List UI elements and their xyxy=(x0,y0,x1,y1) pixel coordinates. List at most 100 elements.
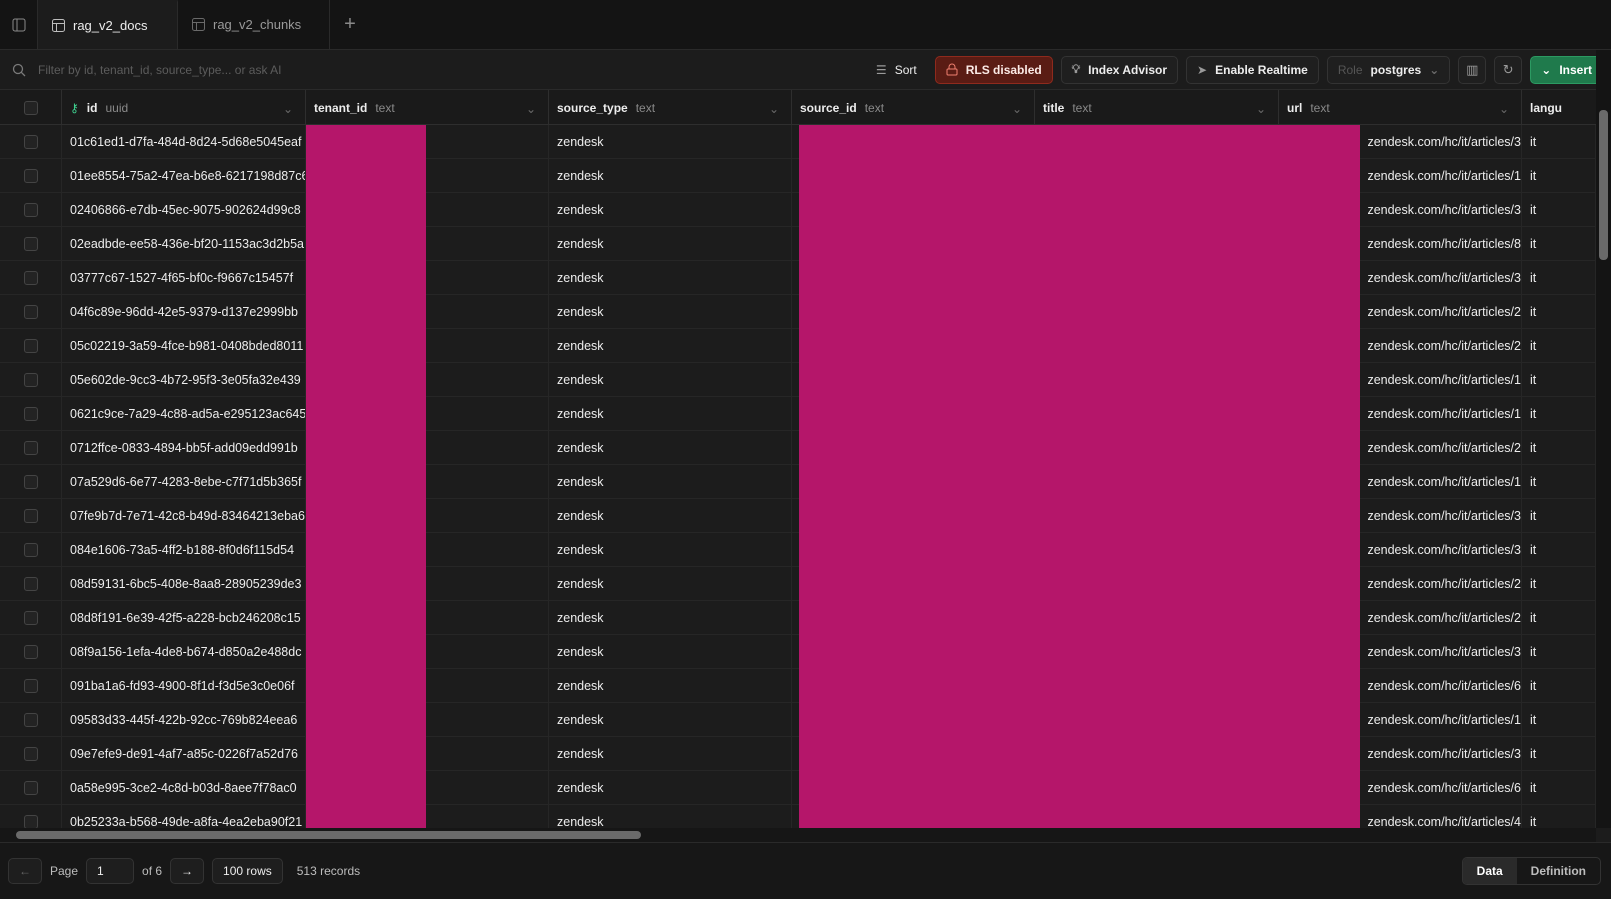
cell-source_type[interactable]: zendesk xyxy=(549,771,792,805)
cell-lang[interactable]: it xyxy=(1522,125,1596,159)
cell-source_type[interactable]: zendesk xyxy=(549,499,792,533)
row-checkbox[interactable] xyxy=(23,713,38,727)
row-checkbox[interactable] xyxy=(23,475,38,489)
cell-source_type[interactable]: zendesk xyxy=(549,329,792,363)
cell-source_type[interactable]: zendesk xyxy=(549,431,792,465)
row-checkbox[interactable] xyxy=(23,509,38,523)
row-checkbox[interactable] xyxy=(23,169,38,183)
definition-view-tab[interactable]: Definition xyxy=(1517,858,1600,884)
filter-input[interactable] xyxy=(38,62,558,77)
cell-lang[interactable]: it xyxy=(1522,397,1596,431)
cell-id[interactable]: 08f9a156-1efa-4de8-b674-d850a2e488dc xyxy=(62,635,306,669)
row-checkbox[interactable] xyxy=(23,543,38,557)
cell-source_type[interactable]: zendesk xyxy=(549,261,792,295)
cell-id[interactable]: 091ba1a6-fd93-4900-8f1d-f3d5e3c0e06f xyxy=(62,669,306,703)
cell-id[interactable]: 02eadbde-ee58-436e-bf20-1153ac3d2b5a xyxy=(62,227,306,261)
row-checkbox[interactable] xyxy=(23,577,38,591)
column-header-title[interactable]: title text ⌄ xyxy=(1035,90,1279,125)
column-header-language[interactable]: langu xyxy=(1522,90,1596,125)
cell-lang[interactable]: it xyxy=(1522,703,1596,737)
cell-id[interactable]: 08d59131-6bc5-408e-8aa8-28905239de3 xyxy=(62,567,306,601)
row-checkbox[interactable] xyxy=(23,815,38,828)
chevron-down-icon[interactable]: ⌄ xyxy=(1499,102,1509,116)
cell-id[interactable]: 08d8f191-6e39-42f5-a228-bcb246208c15 xyxy=(62,601,306,635)
cell-source_type[interactable]: zendesk xyxy=(549,159,792,193)
vertical-scrollbar[interactable] xyxy=(1596,50,1611,828)
row-checkbox[interactable] xyxy=(23,441,38,455)
cell-lang[interactable]: it xyxy=(1522,465,1596,499)
cell-lang[interactable]: it xyxy=(1522,295,1596,329)
cell-source_type[interactable]: zendesk xyxy=(549,125,792,159)
cell-id[interactable]: 0a58e995-3ce2-4c8d-b03d-8aee7f78ac0 xyxy=(62,771,306,805)
cell-lang[interactable]: it xyxy=(1522,499,1596,533)
cell-id[interactable]: 084e1606-73a5-4ff2-b188-8f0d6f115d54 xyxy=(62,533,306,567)
cell-lang[interactable]: it xyxy=(1522,601,1596,635)
chevron-down-icon[interactable]: ⌄ xyxy=(526,102,536,116)
cell-id[interactable]: 07fe9b7d-7e71-42c8-b49d-83464213eba6 xyxy=(62,499,306,533)
cell-lang[interactable]: it xyxy=(1522,193,1596,227)
column-header-url[interactable]: url text ⌄ xyxy=(1279,90,1522,125)
tab-rag-v2-docs[interactable]: rag_v2_docs xyxy=(38,0,178,49)
cell-source_type[interactable]: zendesk xyxy=(549,363,792,397)
index-advisor-button[interactable]: 💡︎ Index Advisor xyxy=(1060,55,1179,84)
enable-realtime-button[interactable]: ➤ Enable Realtime xyxy=(1186,55,1319,84)
row-checkbox[interactable] xyxy=(23,237,38,251)
cell-source_type[interactable]: zendesk xyxy=(549,193,792,227)
cell-id[interactable]: 05e602de-9cc3-4b72-95f3-3e05fa32e439 xyxy=(62,363,306,397)
cell-lang[interactable]: it xyxy=(1522,431,1596,465)
docs-button[interactable]: ▥ xyxy=(1458,55,1487,84)
cell-id[interactable]: 0621c9ce-7a29-4c88-ad5a-e295123ac645 xyxy=(62,397,306,431)
cell-id[interactable]: 04f6c89e-96dd-42e5-9379-d137e2999bb xyxy=(62,295,306,329)
row-checkbox[interactable] xyxy=(23,645,38,659)
cell-id[interactable]: 01ee8554-75a2-47ea-b6e8-6217198d87c6 xyxy=(62,159,306,193)
row-checkbox[interactable] xyxy=(23,679,38,693)
cell-lang[interactable]: it xyxy=(1522,635,1596,669)
chevron-down-icon[interactable]: ⌄ xyxy=(1012,102,1022,116)
data-view-tab[interactable]: Data xyxy=(1462,858,1517,884)
scrollbar-thumb[interactable] xyxy=(16,831,641,839)
select-all-checkbox[interactable] xyxy=(23,100,38,115)
sort-button[interactable]: ☰ Sort xyxy=(866,56,927,84)
cell-source_type[interactable]: zendesk xyxy=(549,227,792,261)
cell-lang[interactable]: it xyxy=(1522,669,1596,703)
cell-lang[interactable]: it xyxy=(1522,737,1596,771)
row-checkbox[interactable] xyxy=(23,305,38,319)
cell-id[interactable]: 0b25233a-b568-49de-a8fa-4ea2eba90f21 xyxy=(62,805,306,828)
cell-lang[interactable]: it xyxy=(1522,533,1596,567)
cell-lang[interactable]: it xyxy=(1522,567,1596,601)
cell-lang[interactable]: it xyxy=(1522,771,1596,805)
next-page-button[interactable]: → xyxy=(170,858,205,884)
cell-lang[interactable]: it xyxy=(1522,159,1596,193)
rls-disabled-button[interactable]: RLS disabled xyxy=(934,55,1053,84)
cell-lang[interactable]: it xyxy=(1522,329,1596,363)
column-header-id[interactable]: ⚷ id uuid ⌄ xyxy=(62,90,306,125)
chevron-down-icon[interactable]: ⌄ xyxy=(769,102,779,116)
chevron-down-icon[interactable]: ⌄ xyxy=(1256,102,1266,116)
refresh-button[interactable]: ↻ xyxy=(1494,55,1523,84)
sidebar-toggle-button[interactable] xyxy=(0,0,38,49)
cell-source_type[interactable]: zendesk xyxy=(549,737,792,771)
rows-per-page-select[interactable]: 100 rows xyxy=(212,858,283,884)
cell-lang[interactable]: it xyxy=(1522,261,1596,295)
cell-source_type[interactable]: zendesk xyxy=(549,465,792,499)
cell-id[interactable]: 09583d33-445f-422b-92cc-769b824eea6 xyxy=(62,703,306,737)
chevron-down-icon[interactable]: ⌄ xyxy=(283,102,293,116)
cell-id[interactable]: 09e7efe9-de91-4af7-a85c-0226f7a52d76 xyxy=(62,737,306,771)
row-checkbox[interactable] xyxy=(23,407,38,421)
cell-source_type[interactable]: zendesk xyxy=(549,567,792,601)
row-checkbox[interactable] xyxy=(23,373,38,387)
cell-lang[interactable]: it xyxy=(1522,363,1596,397)
cell-id[interactable]: 0712ffce-0833-4894-bb5f-add09edd991b xyxy=(62,431,306,465)
row-checkbox[interactable] xyxy=(23,203,38,217)
cell-id[interactable]: 01c61ed1-d7fa-484d-8d24-5d68e5045eaf xyxy=(62,125,306,159)
cell-lang[interactable]: it xyxy=(1522,227,1596,261)
cell-id[interactable]: 03777c67-1527-4f65-bf0c-f9667c15457f xyxy=(62,261,306,295)
horizontal-scrollbar[interactable] xyxy=(0,828,1596,842)
cell-source_type[interactable]: zendesk xyxy=(549,635,792,669)
cell-lang[interactable]: it xyxy=(1522,805,1596,828)
row-checkbox[interactable] xyxy=(23,271,38,285)
cell-source_type[interactable]: zendesk xyxy=(549,703,792,737)
add-tab-button[interactable]: + xyxy=(330,0,370,49)
cell-source_type[interactable]: zendesk xyxy=(549,601,792,635)
cell-id[interactable]: 05c02219-3a59-4fce-b981-0408bded8011 xyxy=(62,329,306,363)
